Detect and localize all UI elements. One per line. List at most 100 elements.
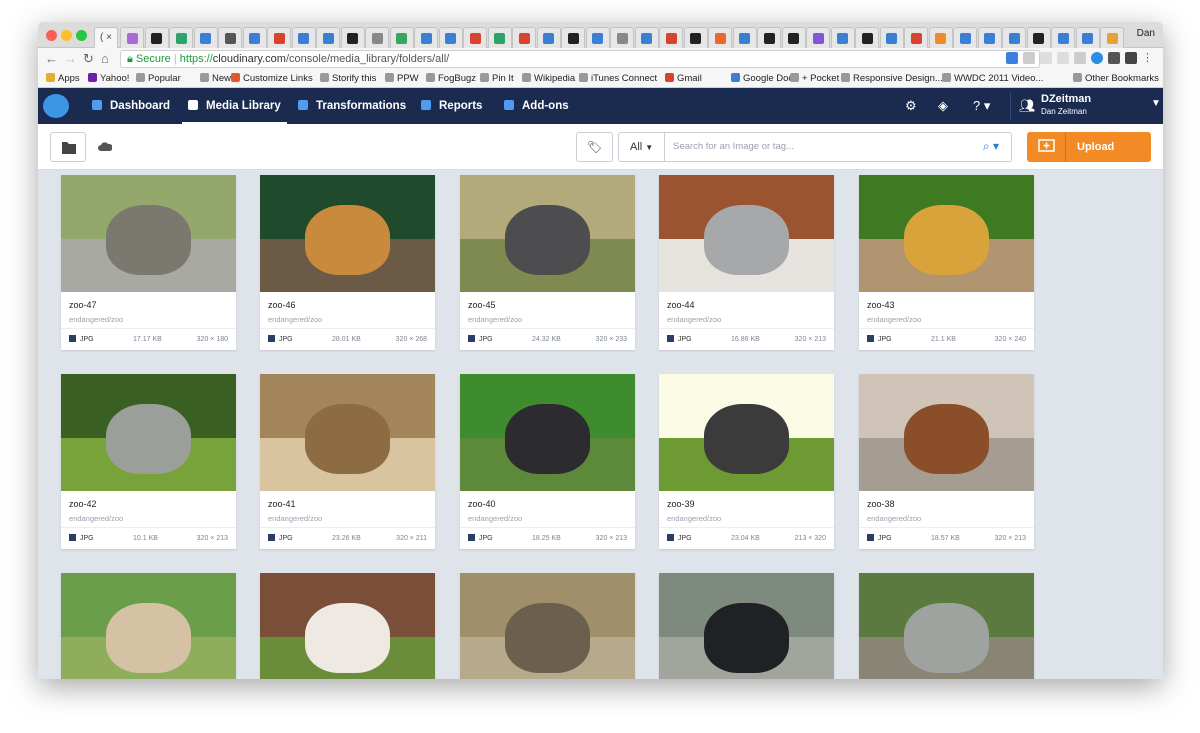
browser-tab[interactable] <box>904 27 928 48</box>
browser-tab[interactable] <box>340 27 365 48</box>
asset-thumbnail[interactable] <box>260 573 435 679</box>
browser-tab[interactable] <box>1002 27 1026 48</box>
help-icon[interactable]: ? ▾ <box>973 98 990 114</box>
bookmark-item[interactable]: Responsive Design... <box>841 73 943 84</box>
browser-tab[interactable] <box>659 27 683 48</box>
bookmark-item[interactable]: Popular <box>136 73 181 84</box>
reload-icon[interactable]: ↻ <box>83 51 94 67</box>
extension-7-icon[interactable] <box>1108 52 1120 64</box>
browser-tab[interactable] <box>806 27 830 48</box>
browser-tab[interactable] <box>610 27 634 48</box>
asset-thumbnail[interactable] <box>859 175 1034 292</box>
extension-6-icon[interactable] <box>1091 52 1103 64</box>
home-icon[interactable]: ⌂ <box>101 51 109 67</box>
upload-button[interactable]: Upload <box>1077 132 1114 162</box>
bookmark-item[interactable]: Storify this <box>320 73 376 84</box>
nav-transformations[interactable]: Transformations <box>298 88 406 124</box>
folder-tree-button[interactable] <box>50 132 86 162</box>
browser-tab[interactable] <box>291 27 316 48</box>
browser-tab[interactable] <box>855 27 879 48</box>
browser-tab[interactable] <box>512 27 536 48</box>
settings-gear-icon[interactable]: ⚙ <box>905 98 917 114</box>
minimize-window-button[interactable] <box>61 30 72 41</box>
extension-8-icon[interactable] <box>1125 52 1137 64</box>
browser-tab[interactable] <box>757 27 781 48</box>
back-icon[interactable]: ← <box>45 51 58 67</box>
search-bar[interactable]: All ▼ Search for an Image or tag... ⌕ ▾ <box>618 132 1012 162</box>
asset-card[interactable] <box>859 573 1034 679</box>
browser-tab[interactable] <box>585 27 610 48</box>
zoom-window-button[interactable] <box>76 30 87 41</box>
bookmark-item[interactable]: WWDC 2011 Video... <box>942 73 1043 84</box>
search-input[interactable]: Search for an Image or tag... <box>673 133 794 161</box>
browser-tab[interactable] <box>732 27 757 48</box>
browser-tab[interactable] <box>144 27 169 48</box>
asset-card[interactable]: zoo-38 endangered/zoo JPG 18.57 KB 320 × 213 <box>859 374 1034 549</box>
browser-tab[interactable] <box>536 27 561 48</box>
browser-tab[interactable] <box>953 27 977 48</box>
cloud-icon[interactable] <box>98 142 112 152</box>
browser-tab[interactable] <box>242 27 267 48</box>
asset-thumbnail[interactable] <box>61 374 236 491</box>
asset-thumbnail[interactable] <box>659 175 834 292</box>
asset-card[interactable]: zoo-45 endangered/zoo JPG 24.32 KB 320 × 233 <box>460 175 635 350</box>
browser-tab[interactable] <box>438 27 463 48</box>
bookmark-item[interactable]: iTunes Connect <box>579 73 657 84</box>
asset-thumbnail[interactable] <box>61 573 236 679</box>
browser-tab[interactable] <box>879 27 904 48</box>
browser-tab[interactable] <box>561 27 585 48</box>
nav-reports[interactable]: Reports <box>421 88 482 124</box>
layers-icon[interactable]: ◈ <box>938 98 948 114</box>
asset-thumbnail[interactable] <box>61 175 236 292</box>
asset-card[interactable]: zoo-39 endangered/zoo JPG 23.04 KB 213 × 320 <box>659 374 834 549</box>
asset-card[interactable] <box>61 573 236 679</box>
tags-button[interactable]: 🏷︎ <box>576 132 613 162</box>
screenshot-upload-button[interactable] <box>1027 132 1066 162</box>
browser-tab[interactable] <box>781 27 806 48</box>
browser-tab[interactable] <box>120 27 144 48</box>
browser-tab[interactable] <box>683 27 708 48</box>
nav-addons[interactable]: Add-ons <box>504 88 569 124</box>
browser-tab[interactable] <box>267 27 291 48</box>
asset-thumbnail[interactable] <box>460 374 635 491</box>
browser-tab[interactable] <box>1026 27 1051 48</box>
asset-thumbnail[interactable] <box>260 374 435 491</box>
nav-dashboard[interactable]: Dashboard <box>92 88 170 124</box>
browser-tab[interactable] <box>1075 27 1100 48</box>
browser-tab[interactable] <box>1051 27 1075 48</box>
bookmark-item[interactable]: PPW <box>385 73 419 84</box>
bookmark-item[interactable]: Gmail <box>665 73 702 84</box>
browser-tab[interactable] <box>928 27 953 48</box>
bookmark-item[interactable]: Google Docs <box>731 73 798 84</box>
asset-card[interactable]: zoo-42 endangered/zoo JPG 10.1 KB 320 × 213 <box>61 374 236 549</box>
browser-tab[interactable] <box>193 27 218 48</box>
asset-thumbnail[interactable] <box>460 573 635 679</box>
browser-tab[interactable] <box>218 27 242 48</box>
browser-tab[interactable] <box>487 27 512 48</box>
browser-tab[interactable] <box>389 27 414 48</box>
asset-thumbnail[interactable] <box>659 374 834 491</box>
asset-card[interactable] <box>260 573 435 679</box>
asset-thumbnail[interactable] <box>859 573 1034 679</box>
asset-card[interactable]: zoo-40 endangered/zoo JPG 18.25 KB 320 × 213 <box>460 374 635 549</box>
browser-profile-name[interactable]: Dan <box>1137 28 1155 39</box>
asset-thumbnail[interactable] <box>859 374 1034 491</box>
bookmark-item[interactable]: Customize Links <box>231 73 313 84</box>
forward-icon[interactable]: → <box>64 51 77 67</box>
asset-card[interactable]: zoo-46 endangered/zoo JPG 28.01 KB 320 × 268 <box>260 175 435 350</box>
asset-card[interactable]: zoo-47 endangered/zoo JPG 17.17 KB 320 × 180 <box>61 175 236 350</box>
browser-tab[interactable] <box>463 27 487 48</box>
asset-card[interactable]: zoo-43 endangered/zoo JPG 21.1 KB 320 × 240 <box>859 175 1034 350</box>
asset-card[interactable] <box>460 573 635 679</box>
nav-media-library[interactable]: Media Library <box>182 88 287 124</box>
browser-tab[interactable] <box>414 27 438 48</box>
asset-card[interactable] <box>659 573 834 679</box>
bookmark-item[interactable]: Apps <box>46 73 80 84</box>
bookmark-item[interactable]: + Pocket <box>790 73 839 84</box>
browser-tab[interactable] <box>316 27 340 48</box>
browser-tab[interactable] <box>634 27 659 48</box>
bookmark-item[interactable]: Pin It <box>480 73 514 84</box>
browser-tab[interactable] <box>830 27 855 48</box>
extension-1-icon[interactable] <box>1006 52 1018 64</box>
browser-tab[interactable] <box>977 27 1002 48</box>
